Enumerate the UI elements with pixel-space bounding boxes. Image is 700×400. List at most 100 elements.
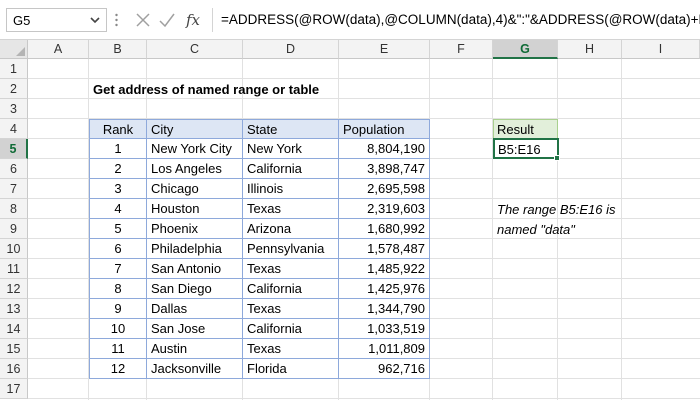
city-cell[interactable]: Dallas	[147, 299, 243, 319]
result-header[interactable]: Result	[493, 119, 558, 139]
table-header-city[interactable]: City	[147, 119, 243, 139]
city-cell[interactable]: Los Angeles	[147, 159, 243, 179]
row-header-11[interactable]: 11	[0, 259, 28, 279]
table-header-population[interactable]: Population	[339, 119, 430, 139]
city-cell[interactable]: New York City	[147, 139, 243, 159]
population-cell[interactable]: 962,716	[339, 359, 430, 379]
row-header-16[interactable]: 16	[0, 359, 28, 379]
state-cell[interactable]: New York	[243, 139, 339, 159]
city-cell[interactable]: San Antonio	[147, 259, 243, 279]
select-all-button[interactable]	[0, 40, 28, 59]
rank-cell[interactable]: 9	[89, 299, 147, 319]
more-icon[interactable]	[115, 10, 118, 30]
city-cell[interactable]: Jacksonville	[147, 359, 243, 379]
worksheet-grid: A B C D E F G H I 1 2 3 4 5 6 7 8 9 10 1…	[0, 40, 700, 400]
row-header-10[interactable]: 10	[0, 239, 28, 259]
population-cell[interactable]: 2,319,603	[339, 199, 430, 219]
row-header-5[interactable]: 5	[0, 139, 28, 159]
note-line-2[interactable]: named "data"	[493, 220, 579, 240]
row-header-6[interactable]: 6	[0, 159, 28, 179]
state-cell[interactable]: Texas	[243, 339, 339, 359]
city-cell[interactable]: San Diego	[147, 279, 243, 299]
row-header-3[interactable]: 3	[0, 99, 28, 119]
population-cell[interactable]: 3,898,747	[339, 159, 430, 179]
state-cell[interactable]: California	[243, 159, 339, 179]
city-cell[interactable]: Phoenix	[147, 219, 243, 239]
row-header-9[interactable]: 9	[0, 219, 28, 239]
rank-cell[interactable]: 7	[89, 259, 147, 279]
rank-cell[interactable]: 6	[89, 239, 147, 259]
column-header-d[interactable]: D	[243, 40, 339, 59]
city-cell[interactable]: Philadelphia	[147, 239, 243, 259]
formula-input[interactable]: =ADDRESS(@ROW(data),@COLUMN(data),4)&":"…	[212, 8, 700, 32]
rank-cell[interactable]: 12	[89, 359, 147, 379]
population-cell[interactable]: 8,804,190	[339, 139, 430, 159]
name-box-value: G5	[13, 13, 31, 28]
column-header-e[interactable]: E	[339, 40, 430, 59]
city-cell[interactable]: Austin	[147, 339, 243, 359]
rank-cell[interactable]: 3	[89, 179, 147, 199]
city-cell[interactable]: Houston	[147, 199, 243, 219]
rank-cell[interactable]: 10	[89, 319, 147, 339]
population-cell[interactable]: 1,011,809	[339, 339, 430, 359]
column-header-i[interactable]: I	[622, 40, 700, 59]
formula-bar-buttons: fx	[128, 8, 210, 32]
function-icon[interactable]: fx	[184, 10, 206, 30]
state-cell[interactable]: Texas	[243, 199, 339, 219]
population-cell[interactable]: 1,578,487	[339, 239, 430, 259]
sheet-title[interactable]: Get address of named range or table	[89, 80, 323, 100]
svg-text:fx: fx	[185, 11, 201, 29]
row-header-17[interactable]: 17	[0, 379, 28, 399]
state-cell[interactable]: Illinois	[243, 179, 339, 199]
state-cell[interactable]: Pennsylvania	[243, 239, 339, 259]
table-header-rank[interactable]: Rank	[89, 119, 147, 139]
state-cell[interactable]: Arizona	[243, 219, 339, 239]
rank-cell[interactable]: 8	[89, 279, 147, 299]
select-all-triangle-icon	[16, 47, 25, 56]
state-cell[interactable]: California	[243, 319, 339, 339]
column-header-a[interactable]: A	[28, 40, 89, 59]
column-header-c[interactable]: C	[147, 40, 243, 59]
rank-cell[interactable]: 2	[89, 159, 147, 179]
city-cell[interactable]: Chicago	[147, 179, 243, 199]
note-line-1[interactable]: The range B5:E16 is	[493, 200, 620, 220]
column-header-b[interactable]: B	[89, 40, 147, 59]
row-header-12[interactable]: 12	[0, 279, 28, 299]
result-cell[interactable]: B5:E16	[493, 138, 559, 159]
name-box[interactable]: G5	[6, 8, 107, 32]
chevron-down-icon[interactable]	[88, 12, 102, 28]
rank-cell[interactable]: 11	[89, 339, 147, 359]
state-cell[interactable]: Florida	[243, 359, 339, 379]
population-cell[interactable]: 2,695,598	[339, 179, 430, 199]
city-cell[interactable]: San Jose	[147, 319, 243, 339]
column-header-h[interactable]: H	[558, 40, 622, 59]
row-header-15[interactable]: 15	[0, 339, 28, 359]
population-cell[interactable]: 1,033,519	[339, 319, 430, 339]
column-header-g[interactable]: G	[493, 40, 558, 59]
fill-handle[interactable]	[554, 155, 560, 161]
gridline	[28, 398, 700, 399]
population-cell[interactable]: 1,680,992	[339, 219, 430, 239]
row-header-1[interactable]: 1	[0, 59, 28, 79]
row-header-8[interactable]: 8	[0, 199, 28, 219]
population-cell[interactable]: 1,485,922	[339, 259, 430, 279]
rank-cell[interactable]: 1	[89, 139, 147, 159]
population-cell[interactable]: 1,344,790	[339, 299, 430, 319]
state-cell[interactable]: California	[243, 279, 339, 299]
cancel-icon[interactable]	[134, 10, 152, 30]
rank-cell[interactable]: 5	[89, 219, 147, 239]
row-header-13[interactable]: 13	[0, 299, 28, 319]
formula-bar: G5 fx =ADDRESS(@ROW(data),@COLUMN(data),…	[0, 0, 700, 40]
gridline	[28, 78, 700, 79]
state-cell[interactable]: Texas	[243, 299, 339, 319]
row-header-2[interactable]: 2	[0, 79, 28, 99]
row-header-14[interactable]: 14	[0, 319, 28, 339]
state-cell[interactable]: Texas	[243, 259, 339, 279]
column-header-f[interactable]: F	[430, 40, 493, 59]
population-cell[interactable]: 1,425,976	[339, 279, 430, 299]
rank-cell[interactable]: 4	[89, 199, 147, 219]
table-header-state[interactable]: State	[243, 119, 339, 139]
enter-icon[interactable]	[158, 10, 176, 30]
row-header-7[interactable]: 7	[0, 179, 28, 199]
row-header-4[interactable]: 4	[0, 119, 28, 139]
